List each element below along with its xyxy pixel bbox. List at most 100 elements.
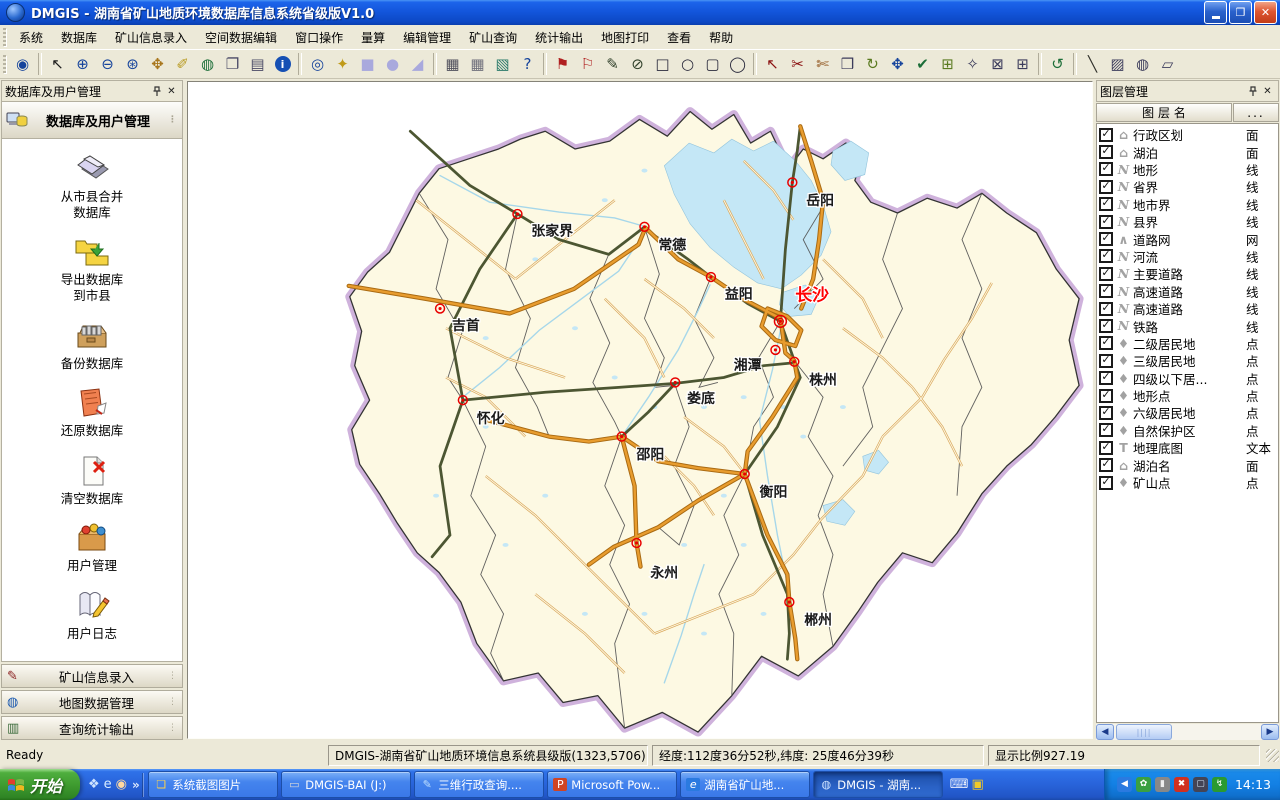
preview-icon[interactable]: ◎ — [305, 52, 330, 76]
tray-antivirus-icon[interactable]: ✿ — [1136, 777, 1151, 792]
layer-row-1[interactable]: ✓⌂湖泊面 — [1099, 143, 1278, 160]
add-label-icon[interactable]: ⚐ — [575, 52, 600, 76]
measure-length-icon[interactable]: ✎ — [600, 52, 625, 76]
fill-ellipse-icon[interactable]: ◍ — [1130, 52, 1155, 76]
pin-icon[interactable] — [1245, 84, 1260, 99]
cut-feature-icon[interactable]: ✂ — [785, 52, 810, 76]
layer-checkbox[interactable]: ✓ — [1099, 336, 1113, 350]
layer-row-2[interactable]: ✓N地形线 — [1099, 161, 1278, 178]
pan-icon[interactable]: ✥ — [145, 52, 170, 76]
group-bar-0[interactable]: ✎矿山信息录入⋮ — [1, 664, 183, 688]
menu-item-8[interactable]: 统计输出 — [526, 26, 592, 49]
print-setup-icon[interactable]: ▦ — [465, 52, 490, 76]
tool-item-0[interactable]: 从市县合并数据库 — [61, 151, 124, 220]
copy-feature-icon[interactable]: ❒ — [835, 52, 860, 76]
layer-row-9[interactable]: ✓N高速道路线 — [1099, 283, 1278, 300]
map-viewport[interactable]: 张家界常德岳阳吉首益阳长沙湘潭株州娄底怀化邵阳衡阳永州郴州 — [187, 81, 1093, 739]
tray-network-icon[interactable]: ↯ — [1212, 777, 1227, 792]
tool-item-4[interactable]: 清空数据库 — [61, 453, 124, 507]
menu-item-7[interactable]: 矿山查询 — [460, 26, 526, 49]
layer-row-13[interactable]: ✓♦三级居民地点 — [1099, 352, 1278, 369]
world-view-icon[interactable]: ◍ — [195, 52, 220, 76]
task-button-5[interactable]: ◍DMGIS - 湖南... — [813, 771, 943, 798]
layer-checkbox[interactable]: ✓ — [1099, 249, 1113, 263]
map-window-icon[interactable]: ◉ — [10, 52, 35, 76]
layer-checkbox[interactable]: ✓ — [1099, 180, 1113, 194]
edit-vertex-icon[interactable]: ⊞ — [935, 52, 960, 76]
menu-item-5[interactable]: 量算 — [352, 26, 394, 49]
menu-item-4[interactable]: 窗口操作 — [286, 26, 352, 49]
layer-checkbox[interactable]: ✓ — [1099, 458, 1113, 472]
layer-row-11[interactable]: ✓N铁路线 — [1099, 317, 1278, 334]
layer-row-20[interactable]: ✓♦矿山点点 — [1099, 474, 1278, 491]
info-icon[interactable]: i — [270, 52, 295, 76]
layer-checkbox[interactable]: ✓ — [1099, 197, 1113, 211]
scroll-right-icon[interactable]: ▶ — [1261, 724, 1279, 740]
task-button-1[interactable]: ▭DMGIS-BAI (J:) — [281, 771, 411, 798]
layer-checkbox[interactable]: ✓ — [1099, 389, 1113, 403]
layer-row-8[interactable]: ✓N主要道路线 — [1099, 265, 1278, 282]
layer-checkbox[interactable]: ✓ — [1099, 128, 1113, 142]
layer-row-15[interactable]: ✓♦地形点点 — [1099, 387, 1278, 404]
layer-row-7[interactable]: ✓N河流线 — [1099, 248, 1278, 265]
layer-checkbox[interactable]: ✓ — [1099, 302, 1113, 316]
tool-item-3[interactable]: 还原数据库 — [61, 385, 124, 439]
shade-polygon-icon[interactable]: ◢ — [405, 52, 430, 76]
tool-item-5[interactable]: 用户管理 — [67, 520, 117, 574]
close-pane-icon[interactable]: ✕ — [1260, 84, 1275, 99]
group-bar-2[interactable]: ▥查询统计输出⋮ — [1, 716, 183, 740]
close-pane-icon[interactable]: ✕ — [164, 84, 179, 99]
toolbar-grip[interactable] — [3, 55, 6, 73]
chevron-icon[interactable]: » — [132, 778, 140, 792]
select-arrow-icon[interactable]: ↖ — [45, 52, 70, 76]
task-button-2[interactable]: ✎三维行政查询.... — [414, 771, 544, 798]
rotate-feature-icon[interactable]: ↻ — [860, 52, 885, 76]
query-locate-icon[interactable]: ✦ — [330, 52, 355, 76]
close-button[interactable]: ✕ — [1254, 1, 1277, 24]
merge-node-icon[interactable]: ⊞ — [1010, 52, 1035, 76]
attribute-browse-icon[interactable]: ▤ — [245, 52, 270, 76]
snap-node-icon[interactable]: ✧ — [960, 52, 985, 76]
pin-icon[interactable] — [149, 84, 164, 99]
quicklaunch-desktop-icon[interactable]: ❖ — [88, 778, 100, 791]
layer-row-17[interactable]: ✓♦自然保护区点 — [1099, 422, 1278, 439]
shade-ellipse-icon[interactable]: ● — [380, 52, 405, 76]
break-node-icon[interactable]: ⊠ — [985, 52, 1010, 76]
restore-button[interactable]: ❐ — [1229, 1, 1252, 24]
select-region-icon[interactable]: ✄ — [810, 52, 835, 76]
quicklaunch-media-icon[interactable]: ◉ — [116, 778, 127, 791]
tray-display-icon[interactable]: ▢ — [1193, 777, 1208, 792]
layer-checkbox[interactable]: ✓ — [1099, 145, 1113, 159]
edit-select-icon[interactable]: ↖ — [760, 52, 785, 76]
left-pane-header[interactable]: 数据库及用户管理 ⋮ — [1, 102, 183, 139]
layer-row-0[interactable]: ✓⌂行政区划面 — [1099, 126, 1278, 143]
layer-row-5[interactable]: ✓N县界线 — [1099, 213, 1278, 230]
menu-item-0[interactable]: 系统 — [10, 26, 52, 49]
group-bar-1[interactable]: ◍地图数据管理⋮ — [1, 690, 183, 714]
task-button-3[interactable]: PMicrosoft Pow... — [547, 771, 677, 798]
tool-item-1[interactable]: 导出数据库到市县 — [61, 234, 124, 303]
scrollbar-thumb[interactable]: |||| — [1116, 724, 1172, 740]
fill-rect-icon[interactable]: ▨ — [1105, 52, 1130, 76]
layer-checkbox[interactable]: ✓ — [1099, 371, 1113, 385]
menu-item-6[interactable]: 编辑管理 — [394, 26, 460, 49]
layer-row-14[interactable]: ✓♦四级以下居...点 — [1099, 369, 1278, 386]
menu-grip[interactable] — [3, 28, 6, 46]
menu-item-10[interactable]: 查看 — [658, 26, 700, 49]
refresh-map-icon[interactable]: ✐ — [170, 52, 195, 76]
help-icon[interactable]: ? — [515, 52, 540, 76]
undo-icon[interactable]: ↺ — [1045, 52, 1070, 76]
copy-window-icon[interactable]: ❐ — [220, 52, 245, 76]
layer-more-column-header[interactable]: ... — [1233, 103, 1279, 122]
layer-checkbox[interactable]: ✓ — [1099, 476, 1113, 490]
layer-checkbox[interactable]: ✓ — [1099, 284, 1113, 298]
draw-line-icon[interactable]: ╲ — [1080, 52, 1105, 76]
layer-checkbox[interactable]: ✓ — [1099, 423, 1113, 437]
menu-item-9[interactable]: 地图打印 — [592, 26, 658, 49]
layer-checkbox[interactable]: ✓ — [1099, 267, 1113, 281]
draw-circle-icon[interactable]: ◯ — [725, 52, 750, 76]
new-feature-icon[interactable]: ✔ — [910, 52, 935, 76]
layer-checkbox[interactable]: ✓ — [1099, 441, 1113, 455]
task-button-4[interactable]: e湖南省矿山地... — [680, 771, 810, 798]
menu-item-1[interactable]: 数据库 — [52, 26, 106, 49]
